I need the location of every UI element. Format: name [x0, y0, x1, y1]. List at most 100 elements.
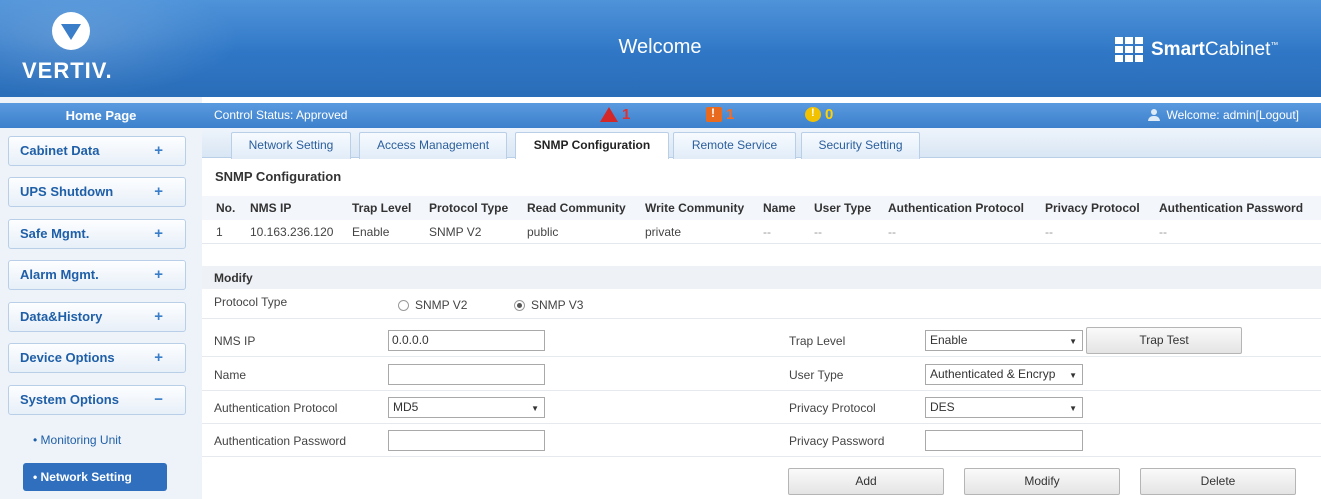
delete-button[interactable]: Delete [1140, 468, 1296, 495]
modify-section-header: Modify [202, 266, 1321, 289]
smartcabinet-brand: SmartCabinet™ [1115, 30, 1278, 70]
control-status: Control Status: Approved [214, 108, 348, 122]
user-icon [1148, 109, 1161, 121]
menu-label: Safe Mgmt. [20, 226, 90, 241]
tab-network-setting[interactable]: Network Setting [231, 132, 351, 159]
radio-label: SNMP V2 [415, 298, 468, 312]
menu-label: Cabinet Data [20, 143, 100, 158]
column-header: NMS IP [250, 201, 292, 215]
dropdown-arrow-icon: ▼ [1069, 337, 1077, 346]
radio-label: SNMP V3 [531, 298, 584, 312]
menu-device-options[interactable]: Device Options + [8, 343, 186, 373]
nms-ip-input[interactable]: 0.0.0.0 [388, 330, 545, 351]
home-page-link[interactable]: Home Page [0, 103, 202, 128]
table-cell: -- [763, 225, 771, 239]
auth-password-input[interactable] [388, 430, 545, 451]
table-row[interactable]: 1 10.163.236.120 Enable SNMP V2 public p… [202, 220, 1321, 244]
auth-protocol-select[interactable]: MD5 ▼ [388, 397, 545, 418]
radio-snmp-v2[interactable]: SNMP V2 [398, 298, 467, 312]
select-value: DES [930, 400, 955, 414]
critical-alarm-icon [600, 107, 618, 122]
nms-ip-row: NMS IP 0.0.0.0 Trap Level Enable ▼ Trap … [202, 325, 1321, 357]
smartcabinet-grid-icon [1115, 37, 1145, 63]
column-header: Read Community [527, 201, 626, 215]
vertiv-logo: VERTIV. [22, 12, 132, 88]
name-input[interactable] [388, 364, 545, 385]
protocol-type-row: Protocol Type SNMP V2 SNMP V3 [202, 289, 1321, 319]
expand-plus-icon: + [154, 308, 163, 325]
welcome-logout-link[interactable]: Welcome: admin[Logout] [1166, 108, 1299, 122]
column-header: Protocol Type [429, 201, 509, 215]
name-row: Name User Type Authenticated & Encryp ▼ [202, 359, 1321, 391]
expand-plus-icon: + [154, 142, 163, 159]
menu-alarm-mgmt[interactable]: Alarm Mgmt. + [8, 260, 186, 290]
sidebar: Home Page Cabinet Data + UPS Shutdown + … [0, 97, 202, 499]
auth-password-label: Authentication Password [214, 434, 347, 448]
radio-snmp-v3[interactable]: SNMP V3 [514, 298, 583, 312]
status-bar: Control Status: Approved 1 1 0 Welcome: … [202, 103, 1321, 128]
table-cell: Enable [352, 225, 390, 239]
menu-label: UPS Shutdown [20, 184, 114, 199]
brand-text: SmartCabinet™ [1151, 39, 1279, 60]
user-area[interactable]: Welcome: admin[Logout] [1148, 108, 1299, 122]
protocol-type-label: Protocol Type [214, 295, 288, 309]
menu-label: System Options [20, 392, 119, 407]
menu-safe-mgmt[interactable]: Safe Mgmt. + [8, 219, 186, 249]
page-title: Welcome [618, 36, 702, 58]
select-value: MD5 [393, 400, 419, 414]
privacy-password-label: Privacy Password [789, 434, 885, 448]
auth-protocol-label: Authentication Protocol [214, 401, 338, 415]
table-cell: SNMP V2 [429, 225, 482, 239]
menu-label: Data&History [20, 309, 103, 324]
table-cell: private [645, 225, 682, 239]
column-header: User Type [814, 201, 872, 215]
menu-cabinet-data[interactable]: Cabinet Data + [8, 136, 186, 166]
minor-alarm-icon [805, 107, 821, 122]
menu-data-history[interactable]: Data&History + [8, 302, 186, 332]
trap-level-label: Trap Level [789, 334, 846, 348]
privacy-protocol-label: Privacy Protocol [789, 401, 876, 415]
expand-plus-icon: + [154, 266, 163, 283]
privacy-password-input[interactable] [925, 430, 1083, 451]
privacy-protocol-select[interactable]: DES ▼ [925, 397, 1083, 418]
trap-level-select[interactable]: Enable ▼ [925, 330, 1083, 351]
critical-alarm-count: 1 [622, 106, 631, 123]
vertiv-logo-icon [52, 12, 90, 50]
menu-system-options[interactable]: System Options − [8, 385, 186, 415]
select-value: Authenticated & Encryp [930, 367, 1056, 381]
tab-security-setting[interactable]: Security Setting [801, 132, 920, 159]
table-cell: -- [888, 225, 896, 239]
tab-snmp-configuration[interactable]: SNMP Configuration [515, 132, 669, 160]
auth-password-row: Authentication Password Privacy Password [202, 425, 1321, 457]
user-type-label: User Type [789, 368, 844, 382]
tab-remote-service[interactable]: Remote Service [673, 132, 796, 159]
modify-section-title: Modify [214, 271, 253, 285]
tab-bar: Network Setting Access Management SNMP C… [202, 128, 1321, 160]
user-type-select[interactable]: Authenticated & Encryp ▼ [925, 364, 1083, 385]
trap-test-button[interactable]: Trap Test [1086, 327, 1242, 354]
main-content: SNMP Configuration No. NMS IP Trap Level… [202, 159, 1321, 499]
table-cell: 1 [216, 225, 223, 239]
auth-protocol-row: Authentication Protocol MD5 ▼ Privacy Pr… [202, 392, 1321, 424]
expand-plus-icon: + [154, 225, 163, 242]
modify-button[interactable]: Modify [964, 468, 1120, 495]
minor-alarm-indicator[interactable]: 0 [805, 106, 833, 123]
sidebar-item-monitoring-unit[interactable]: • Monitoring Unit [8, 426, 186, 454]
major-alarm-indicator[interactable]: 1 [706, 106, 734, 123]
menu-label: Device Options [20, 350, 115, 365]
nms-ip-label: NMS IP [214, 334, 256, 348]
radio-checked-icon [514, 299, 525, 311]
critical-alarm-indicator[interactable]: 1 [600, 106, 630, 123]
expand-plus-icon: + [154, 349, 163, 366]
major-alarm-count: 1 [726, 106, 735, 123]
column-header: Privacy Protocol [1045, 201, 1140, 215]
menu-ups-shutdown[interactable]: UPS Shutdown + [8, 177, 186, 207]
tab-access-management[interactable]: Access Management [359, 132, 507, 159]
snmp-section-title: SNMP Configuration [215, 169, 342, 184]
minor-alarm-count: 0 [825, 106, 834, 123]
menu-label: Alarm Mgmt. [20, 267, 99, 282]
add-button[interactable]: Add [788, 468, 944, 495]
sidebar-item-network-setting[interactable]: • Network Setting [23, 463, 167, 491]
table-cell: -- [1159, 225, 1167, 239]
column-header: Authentication Protocol [888, 201, 1024, 215]
